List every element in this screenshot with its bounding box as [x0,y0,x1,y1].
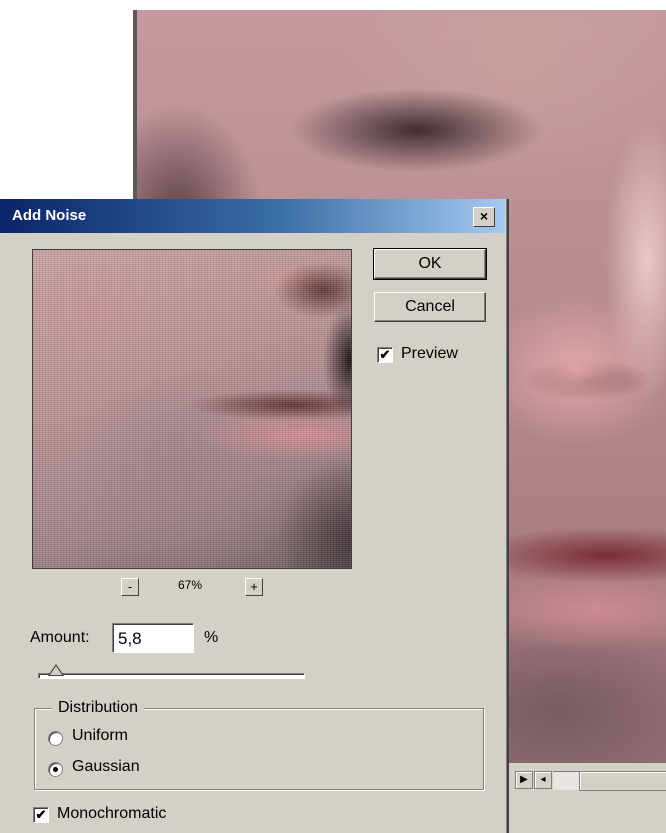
radio-uniform[interactable] [48,731,63,746]
amount-slider[interactable] [38,673,305,679]
noise-overlay [33,250,351,568]
ok-button[interactable]: OK [373,248,487,280]
amount-input[interactable]: 5,8 [112,623,194,653]
monochromatic-label: Monochromatic [57,805,167,822]
filter-preview-image[interactable] [32,249,352,569]
dialog-title: Add Noise [12,207,87,224]
scroll-left-icon[interactable]: ◂ [534,771,552,789]
preview-checkbox[interactable]: ✔ [377,347,393,363]
zoom-in-button[interactable]: + [245,578,263,596]
monochromatic-checkbox[interactable]: ✔ [33,807,49,823]
dialog-titlebar[interactable]: Add Noise × [0,199,505,233]
amount-unit: % [204,629,219,646]
amount-slider-thumb[interactable] [48,664,64,676]
distribution-label: Distribution [52,699,145,717]
preview-label: Preview [401,345,458,362]
amount-label: Amount: [30,629,90,646]
uniform-label: Uniform [72,727,129,744]
zoom-level: 67% [178,578,203,592]
radio-gaussian[interactable] [48,762,63,777]
gaussian-label: Gaussian [72,758,140,775]
cancel-button[interactable]: Cancel [374,292,486,322]
distribution-group [34,708,484,790]
radio-selected-dot [53,767,58,772]
checkmark-icon: ✔ [35,807,47,822]
zoom-out-button[interactable]: - [121,578,139,596]
play-arrow-icon[interactable]: ▶ [515,771,533,789]
scrollbar-thumb[interactable] [579,771,666,791]
checkmark-icon: ✔ [379,347,391,362]
close-icon[interactable]: × [473,207,495,227]
